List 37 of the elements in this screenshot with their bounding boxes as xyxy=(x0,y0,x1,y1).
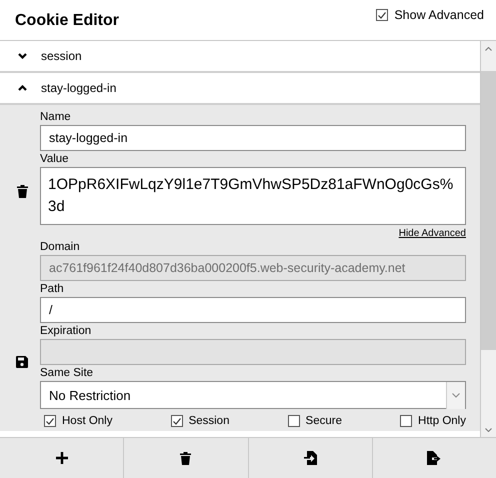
delete-button[interactable] xyxy=(16,185,28,198)
field-label: Name xyxy=(40,110,72,125)
chevron-up-icon xyxy=(18,85,27,91)
scroll-up-icon[interactable] xyxy=(485,46,492,50)
checkbox-label[interactable]: Http Only xyxy=(418,415,466,427)
text-field[interactable]: / xyxy=(40,297,466,323)
checkbox[interactable] xyxy=(376,9,388,21)
text-area[interactable]: 1OPpR6XIFwLqzY9l1e7T9GmVhwSP5Dz81aFWnOg0cGs%3d xyxy=(40,167,466,225)
plus-icon xyxy=(56,452,68,464)
scroll-down-icon[interactable] xyxy=(485,428,492,432)
save-button[interactable] xyxy=(16,356,28,368)
hide-advanced-link[interactable]: Hide Advanced xyxy=(398,228,466,239)
checkbox[interactable] xyxy=(400,415,412,427)
field-label: Value xyxy=(40,152,70,167)
cookie-name: session xyxy=(41,49,82,63)
trash-icon xyxy=(16,185,28,198)
app-title: Cookie Editor xyxy=(15,11,120,30)
checkbox[interactable] xyxy=(288,415,300,427)
field-label: Same Site xyxy=(40,366,94,381)
text-field[interactable]: stay-logged-in xyxy=(40,125,466,151)
checkbox[interactable] xyxy=(44,415,56,427)
checkbox[interactable] xyxy=(170,415,183,427)
checkbox-label[interactable]: Show Advanced xyxy=(394,8,484,22)
cookie-name: stay-logged-in xyxy=(41,81,116,95)
field-label: Path xyxy=(40,282,65,297)
caret-icon xyxy=(452,392,460,398)
checkbox-label[interactable]: Session xyxy=(188,415,230,427)
checkbox-label[interactable]: Host Only xyxy=(62,415,112,427)
file-export-icon xyxy=(427,451,442,465)
trash-icon xyxy=(180,452,192,464)
field-label: Domain xyxy=(40,240,81,255)
field-label: Expiration xyxy=(40,324,92,339)
scrollbar[interactable] xyxy=(481,41,496,437)
chevron-down-icon xyxy=(18,53,27,59)
file-import-icon xyxy=(304,451,317,465)
checkbox-label[interactable]: Secure xyxy=(306,415,342,427)
dropdown[interactable]: No Restriction xyxy=(40,381,466,409)
